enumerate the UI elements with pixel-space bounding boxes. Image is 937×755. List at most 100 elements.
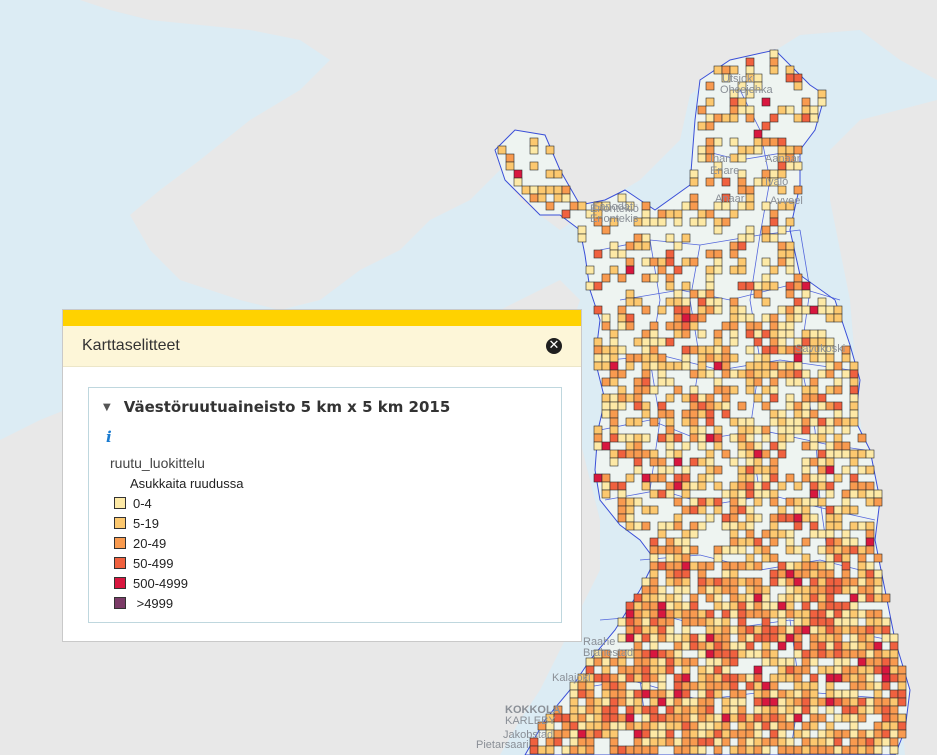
legend-label: 20-49 xyxy=(133,535,167,551)
grid-cell xyxy=(857,553,867,563)
grid-cell xyxy=(657,633,667,643)
close-icon[interactable]: ✕ xyxy=(546,338,562,354)
grid-cell xyxy=(833,377,843,387)
grid-cell xyxy=(897,673,907,683)
grid-cell xyxy=(825,729,835,739)
grid-cell xyxy=(641,305,651,315)
grid-cell xyxy=(809,457,819,467)
grid-cell xyxy=(697,729,707,739)
grid-cell xyxy=(649,329,659,339)
grid-cell xyxy=(537,745,547,755)
grid-cell xyxy=(737,673,747,683)
grid-cell xyxy=(705,305,715,315)
grid-cell xyxy=(697,409,707,419)
grid-cell xyxy=(705,345,715,355)
grid-cell xyxy=(769,377,779,387)
grid-cell xyxy=(857,577,867,587)
grid-cell xyxy=(617,681,627,691)
grid-cell xyxy=(681,713,691,723)
grid-cell xyxy=(729,505,739,515)
grid-cell xyxy=(593,441,603,451)
grid-cell xyxy=(753,673,763,683)
grid-cell xyxy=(729,673,739,683)
grid-cell xyxy=(593,433,603,443)
grid-cell xyxy=(737,481,747,491)
grid-cell xyxy=(649,457,659,467)
grid-cell xyxy=(641,585,651,595)
grid-cell xyxy=(793,585,803,595)
grid-cell xyxy=(697,697,707,707)
grid-cell xyxy=(897,713,907,723)
grid-cell xyxy=(729,745,739,755)
grid-cell xyxy=(697,441,707,451)
grid-cell xyxy=(801,105,811,115)
grid-cell xyxy=(833,609,843,619)
grid-cell xyxy=(625,353,635,363)
grid-cell xyxy=(617,481,627,491)
grid-cell xyxy=(665,705,675,715)
grid-cell xyxy=(729,481,739,491)
grid-cell xyxy=(737,449,747,459)
grid-cell xyxy=(785,369,795,379)
grid-cell xyxy=(769,137,779,147)
legend-row: >4999 xyxy=(110,593,256,613)
grid-cell xyxy=(825,737,835,747)
grid-cell xyxy=(745,713,755,723)
grid-cell xyxy=(833,521,843,531)
grid-cell xyxy=(793,713,803,723)
grid-cell xyxy=(825,601,835,611)
grid-cell xyxy=(689,729,699,739)
grid-cell xyxy=(553,185,563,195)
triangle-down-icon[interactable]: ▼ xyxy=(103,402,111,413)
grid-cell xyxy=(865,521,875,531)
grid-cell xyxy=(601,673,611,683)
grid-cell xyxy=(825,441,835,451)
grid-cell xyxy=(625,265,635,275)
grid-cell xyxy=(809,705,819,715)
grid-cell xyxy=(713,721,723,731)
grid-cell xyxy=(601,705,611,715)
grid-cell xyxy=(681,641,691,651)
grid-cell xyxy=(665,537,675,547)
grid-cell xyxy=(665,697,675,707)
grid-cell xyxy=(673,209,683,219)
grid-cell xyxy=(529,137,539,147)
grid-cell xyxy=(657,401,667,411)
grid-cell xyxy=(865,561,875,571)
grid-cell xyxy=(681,745,691,755)
grid-cell xyxy=(817,417,827,427)
grid-cell xyxy=(529,161,539,171)
grid-cell xyxy=(513,177,523,187)
grid-cell xyxy=(841,673,851,683)
grid-cell xyxy=(833,625,843,635)
grid-cell xyxy=(681,729,691,739)
info-icon[interactable]: i xyxy=(106,428,112,446)
grid-cell xyxy=(881,657,891,667)
grid-cell xyxy=(761,649,771,659)
grid-cell xyxy=(665,665,675,675)
grid-cell xyxy=(689,497,699,507)
grid-cell xyxy=(609,265,619,275)
grid-cell xyxy=(705,585,715,595)
grid-cell xyxy=(769,705,779,715)
grid-cell xyxy=(697,649,707,659)
grid-cell xyxy=(785,537,795,547)
grid-cell xyxy=(785,377,795,387)
grid-cell xyxy=(657,713,667,723)
layer-header[interactable]: ▼ Väestöruutuaineisto 5 km x 5 km 2015 xyxy=(89,388,561,416)
grid-cell xyxy=(729,209,739,219)
grid-cell xyxy=(625,625,635,635)
grid-cell xyxy=(713,657,723,667)
grid-cell xyxy=(785,745,795,755)
grid-cell xyxy=(721,681,731,691)
grid-cell xyxy=(625,745,635,755)
grid-cell xyxy=(777,513,787,523)
grid-cell xyxy=(793,577,803,587)
grid-cell xyxy=(865,537,875,547)
grid-cell xyxy=(777,745,787,755)
grid-cell xyxy=(737,281,747,291)
grid-cell xyxy=(665,417,675,427)
grid-cell xyxy=(657,465,667,475)
grid-cell xyxy=(753,625,763,635)
grid-cell xyxy=(649,569,659,579)
